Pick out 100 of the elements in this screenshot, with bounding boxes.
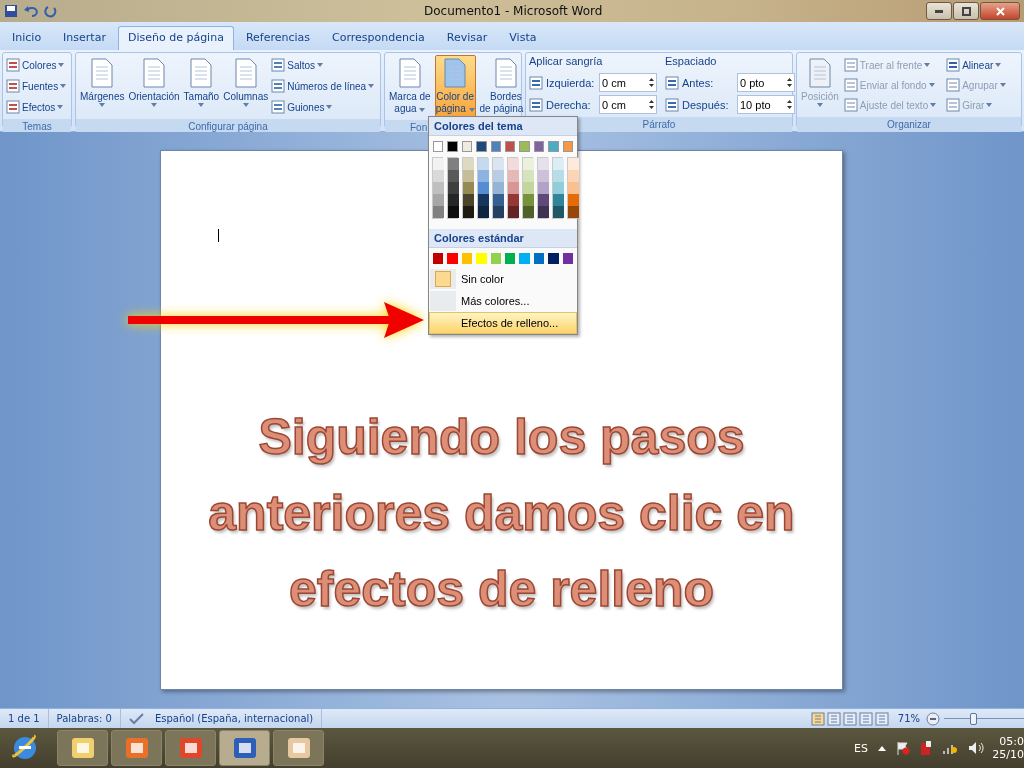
color-swatch[interactable]	[562, 253, 574, 264]
taskbar-button[interactable]	[219, 730, 270, 766]
ribbon-tab[interactable]: Inicio	[2, 26, 52, 50]
color-swatch[interactable]	[490, 141, 502, 152]
color-swatch[interactable]	[461, 141, 473, 152]
ribbon-tab[interactable]: Correspondencia	[322, 26, 435, 50]
color-swatch[interactable]	[461, 253, 473, 264]
taskbar-button[interactable]	[57, 730, 108, 766]
color-swatch[interactable]	[448, 182, 459, 194]
color-swatch[interactable]	[505, 141, 516, 152]
color-swatch[interactable]	[493, 206, 504, 218]
color-swatch[interactable]	[493, 158, 504, 170]
color-swatch[interactable]	[538, 170, 549, 182]
ribbon-button[interactable]: Tamaño	[182, 55, 221, 117]
color-swatch[interactable]	[447, 141, 458, 152]
color-swatch[interactable]	[568, 194, 579, 206]
color-swatch[interactable]	[433, 206, 444, 218]
language-indicator[interactable]: ES	[854, 741, 868, 755]
color-swatch[interactable]	[568, 206, 579, 218]
ribbon-button[interactable]: Orientación	[127, 55, 181, 117]
zoom-slider[interactable]	[944, 711, 1024, 726]
color-swatch[interactable]	[553, 194, 564, 206]
ribbon-tab[interactable]: Insertar	[53, 26, 116, 50]
color-swatch[interactable]	[538, 206, 549, 218]
color-swatch[interactable]	[478, 182, 489, 194]
minimize-button[interactable]	[926, 2, 952, 20]
taskbar-button[interactable]	[165, 730, 216, 766]
ribbon-button[interactable]: Números de línea	[271, 76, 375, 96]
spin-field[interactable]: 10 pto	[737, 95, 795, 114]
color-swatch[interactable]	[476, 253, 487, 264]
ribbon-button[interactable]: Alinear	[946, 55, 1006, 75]
color-swatch[interactable]	[562, 141, 574, 152]
menu-item[interactable]: Efectos de relleno...	[429, 312, 577, 334]
close-button[interactable]	[980, 2, 1020, 20]
menu-item[interactable]: Más colores...	[429, 290, 577, 312]
color-swatch[interactable]	[538, 158, 549, 170]
color-swatch[interactable]	[478, 170, 489, 182]
flag-icon[interactable]	[896, 741, 910, 755]
spin-field[interactable]: 0 pto	[737, 73, 795, 92]
color-swatch[interactable]	[523, 194, 534, 206]
color-swatch[interactable]	[463, 206, 474, 218]
menu-item[interactable]: Sin color	[429, 268, 577, 290]
color-swatch[interactable]	[505, 253, 516, 264]
color-swatch[interactable]	[553, 206, 564, 218]
volume-icon[interactable]	[968, 741, 984, 755]
color-swatch[interactable]	[463, 158, 474, 170]
color-swatch[interactable]	[478, 194, 489, 206]
color-swatch[interactable]	[493, 182, 504, 194]
ribbon-button[interactable]: Color de página	[434, 55, 476, 118]
color-swatch[interactable]	[548, 253, 559, 264]
color-swatch[interactable]	[476, 141, 487, 152]
spin-field[interactable]: 0 cm	[599, 95, 657, 114]
ribbon-button[interactable]: Guiones	[271, 97, 375, 117]
ribbon-button[interactable]: Efectos	[6, 97, 67, 117]
spin-arrows-icon[interactable]	[787, 99, 792, 110]
color-swatch[interactable]	[490, 253, 502, 264]
color-swatch[interactable]	[523, 206, 534, 218]
color-swatch[interactable]	[508, 170, 519, 182]
color-swatch[interactable]	[433, 194, 444, 206]
color-swatch[interactable]	[448, 170, 459, 182]
color-swatch[interactable]	[478, 158, 489, 170]
color-swatch[interactable]	[463, 194, 474, 206]
taskbar-button[interactable]	[111, 730, 162, 766]
ribbon-tab[interactable]: Referencias	[235, 26, 321, 50]
ribbon-button[interactable]: Fuentes	[6, 76, 67, 96]
show-hidden-icons[interactable]	[878, 745, 886, 751]
spin-arrows-icon[interactable]	[649, 77, 654, 88]
color-swatch[interactable]	[448, 206, 459, 218]
color-swatch[interactable]	[548, 141, 559, 152]
ribbon-tab[interactable]: Revisar	[436, 26, 498, 50]
color-swatch[interactable]	[508, 158, 519, 170]
color-swatch[interactable]	[538, 194, 549, 206]
color-swatch[interactable]	[433, 253, 444, 264]
color-swatch[interactable]	[433, 170, 444, 182]
color-swatch[interactable]	[433, 141, 444, 152]
color-swatch[interactable]	[448, 194, 459, 206]
color-swatch[interactable]	[568, 182, 579, 194]
maximize-button[interactable]	[953, 2, 979, 20]
color-swatch[interactable]	[463, 170, 474, 182]
color-swatch[interactable]	[433, 158, 444, 170]
spin-arrows-icon[interactable]	[649, 99, 654, 110]
color-swatch[interactable]	[519, 141, 530, 152]
color-swatch[interactable]	[533, 253, 545, 264]
slider-thumb[interactable]	[969, 712, 977, 725]
undo-icon[interactable]	[24, 4, 38, 18]
color-swatch[interactable]	[553, 158, 564, 170]
color-swatch[interactable]	[553, 170, 564, 182]
color-swatch[interactable]	[533, 141, 545, 152]
color-swatch[interactable]	[508, 206, 519, 218]
ribbon-tab[interactable]: Diseño de página	[117, 26, 234, 50]
color-swatch[interactable]	[493, 194, 504, 206]
taskbar-button[interactable]	[273, 730, 324, 766]
color-swatch[interactable]	[538, 182, 549, 194]
ribbon-button[interactable]: Columnas	[222, 55, 270, 117]
color-swatch[interactable]	[523, 182, 534, 194]
spin-arrows-icon[interactable]	[787, 77, 792, 88]
redo-icon[interactable]	[44, 4, 58, 18]
ribbon-button[interactable]: Márgenes	[79, 55, 126, 117]
ribbon-button[interactable]: Saltos	[271, 55, 375, 75]
ribbon-button[interactable]: Marca de agua	[388, 55, 432, 118]
